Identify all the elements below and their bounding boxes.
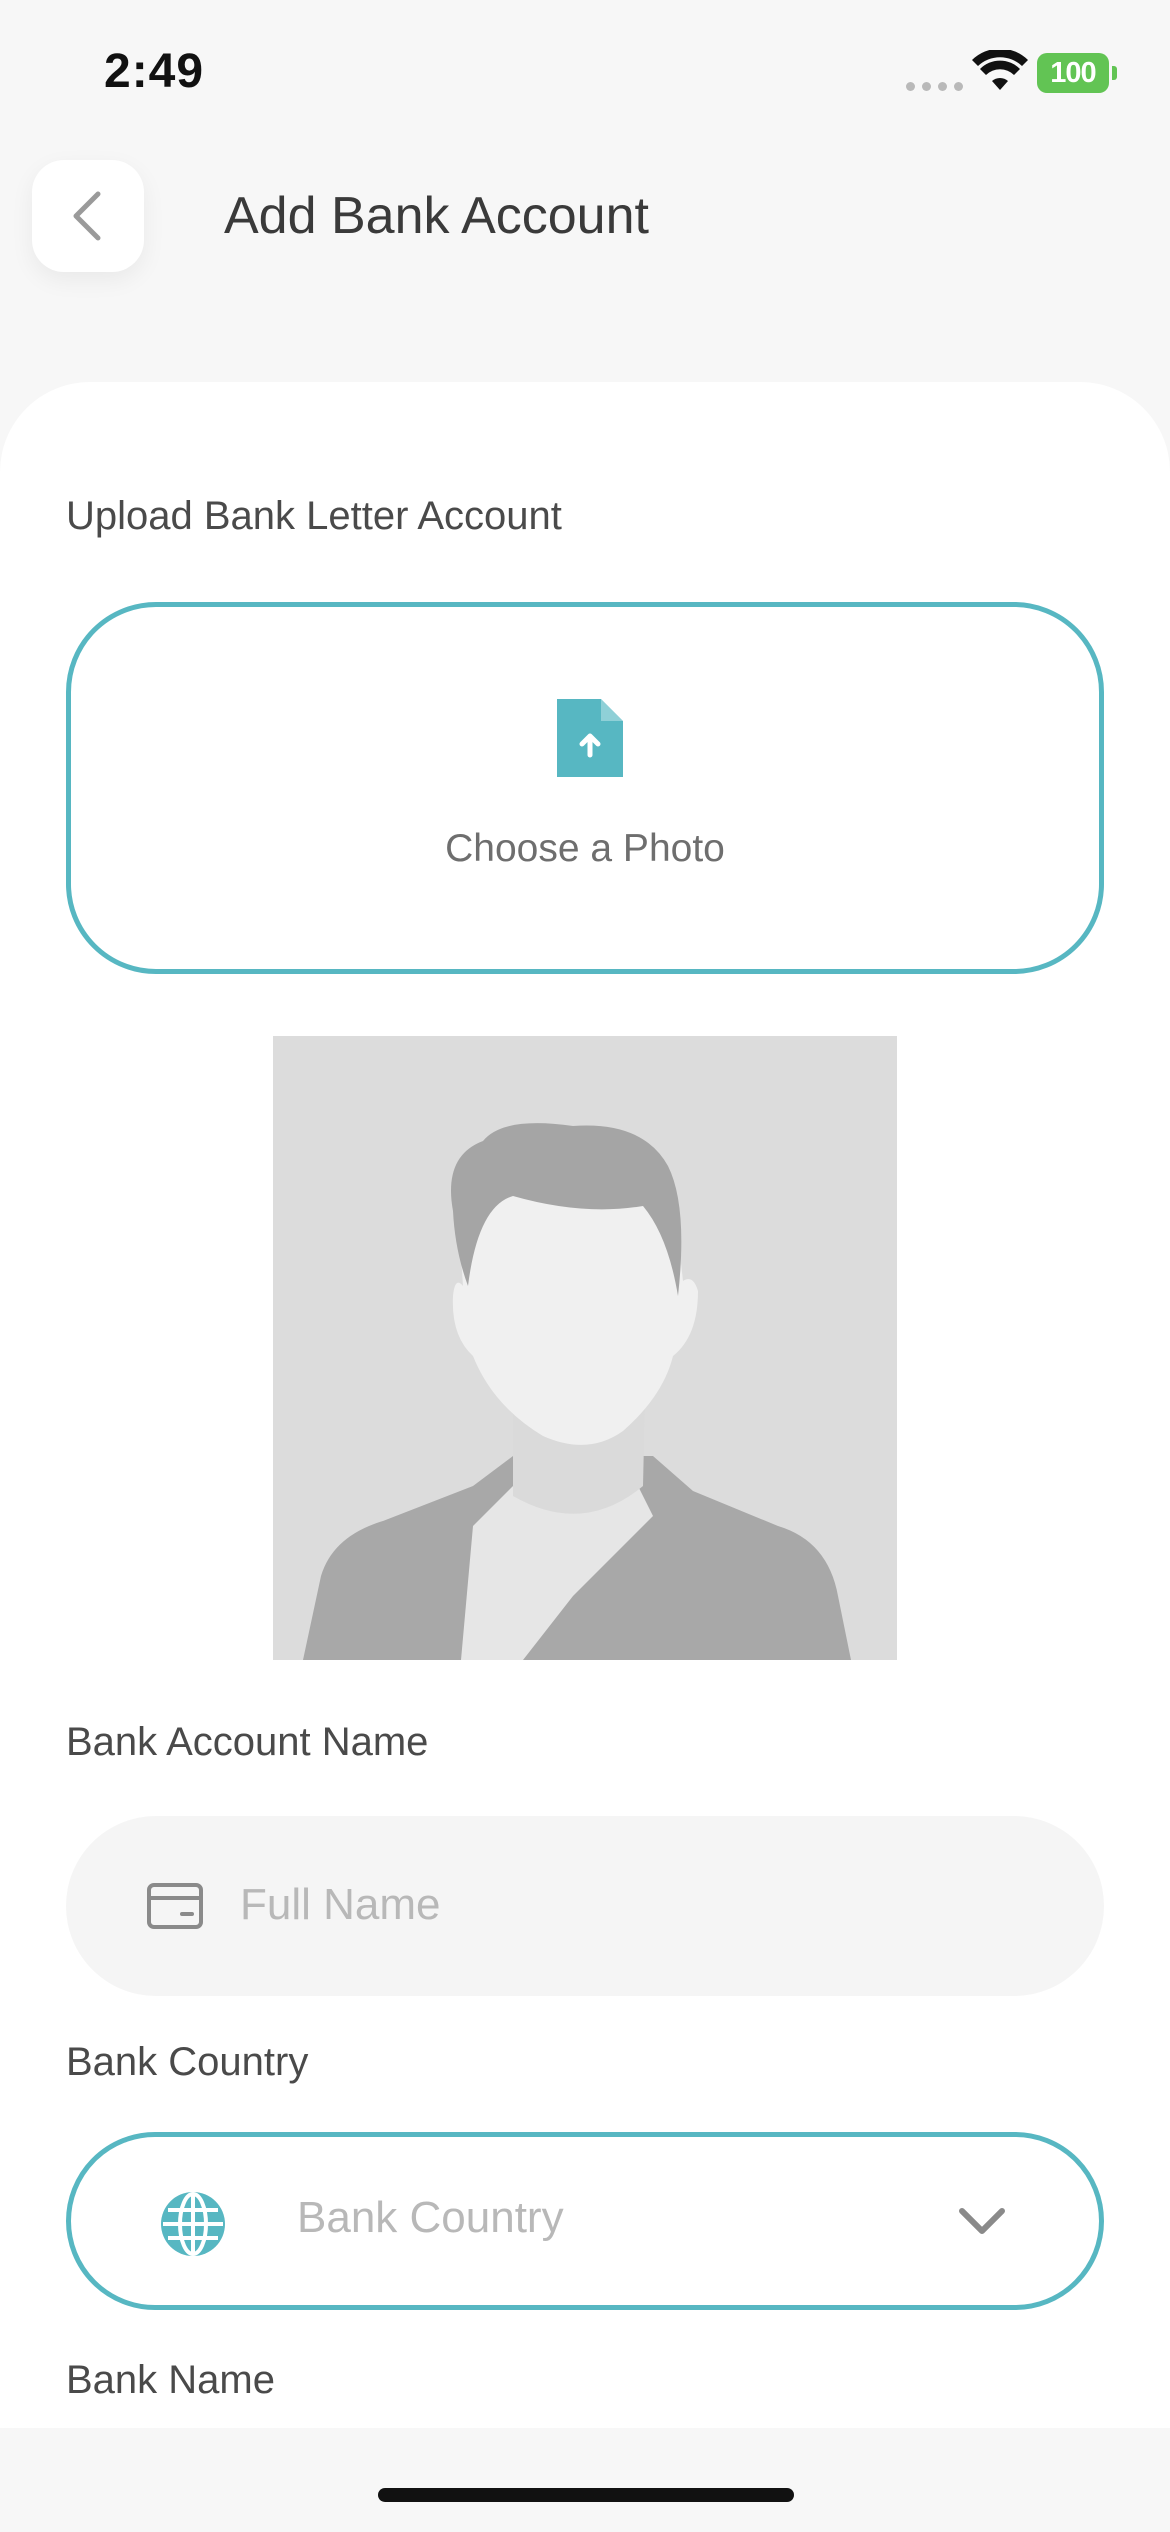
- bottom-safe-area: [0, 2428, 1170, 2532]
- choose-photo-button[interactable]: Choose a Photo: [66, 602, 1104, 974]
- cellular-signal-icon: [906, 82, 963, 91]
- choose-photo-label: Choose a Photo: [445, 827, 725, 870]
- bank-country-placeholder: Bank Country: [297, 2193, 564, 2242]
- back-button[interactable]: [32, 160, 144, 272]
- battery-icon: 100: [1037, 53, 1109, 93]
- bank-country-label: Bank Country: [66, 2040, 309, 2084]
- home-indicator[interactable]: [378, 2488, 794, 2502]
- file-upload-icon: [557, 699, 623, 777]
- upload-label: Upload Bank Letter Account: [66, 494, 562, 538]
- person-placeholder-icon: [273, 1036, 897, 1660]
- page-title: Add Bank Account: [224, 187, 649, 245]
- wifi-icon: [972, 50, 1028, 90]
- account-name-label: Bank Account Name: [66, 1720, 429, 1764]
- full-name-placeholder: Full Name: [240, 1880, 441, 1929]
- bank-name-label: Bank Name: [66, 2358, 275, 2402]
- status-bar: 2:49 100: [0, 0, 1170, 140]
- battery-tip: [1112, 66, 1117, 80]
- bank-country-select[interactable]: Bank Country: [66, 2132, 1104, 2310]
- card-icon: [147, 1883, 203, 1929]
- globe-icon: [161, 2192, 225, 2256]
- battery-level: 100: [1050, 56, 1096, 89]
- chevron-left-icon: [73, 191, 101, 241]
- photo-preview: [273, 1036, 897, 1660]
- full-name-field[interactable]: Full Name: [66, 1816, 1104, 1996]
- status-time: 2:49: [104, 45, 205, 98]
- chevron-down-icon: [959, 2208, 1005, 2234]
